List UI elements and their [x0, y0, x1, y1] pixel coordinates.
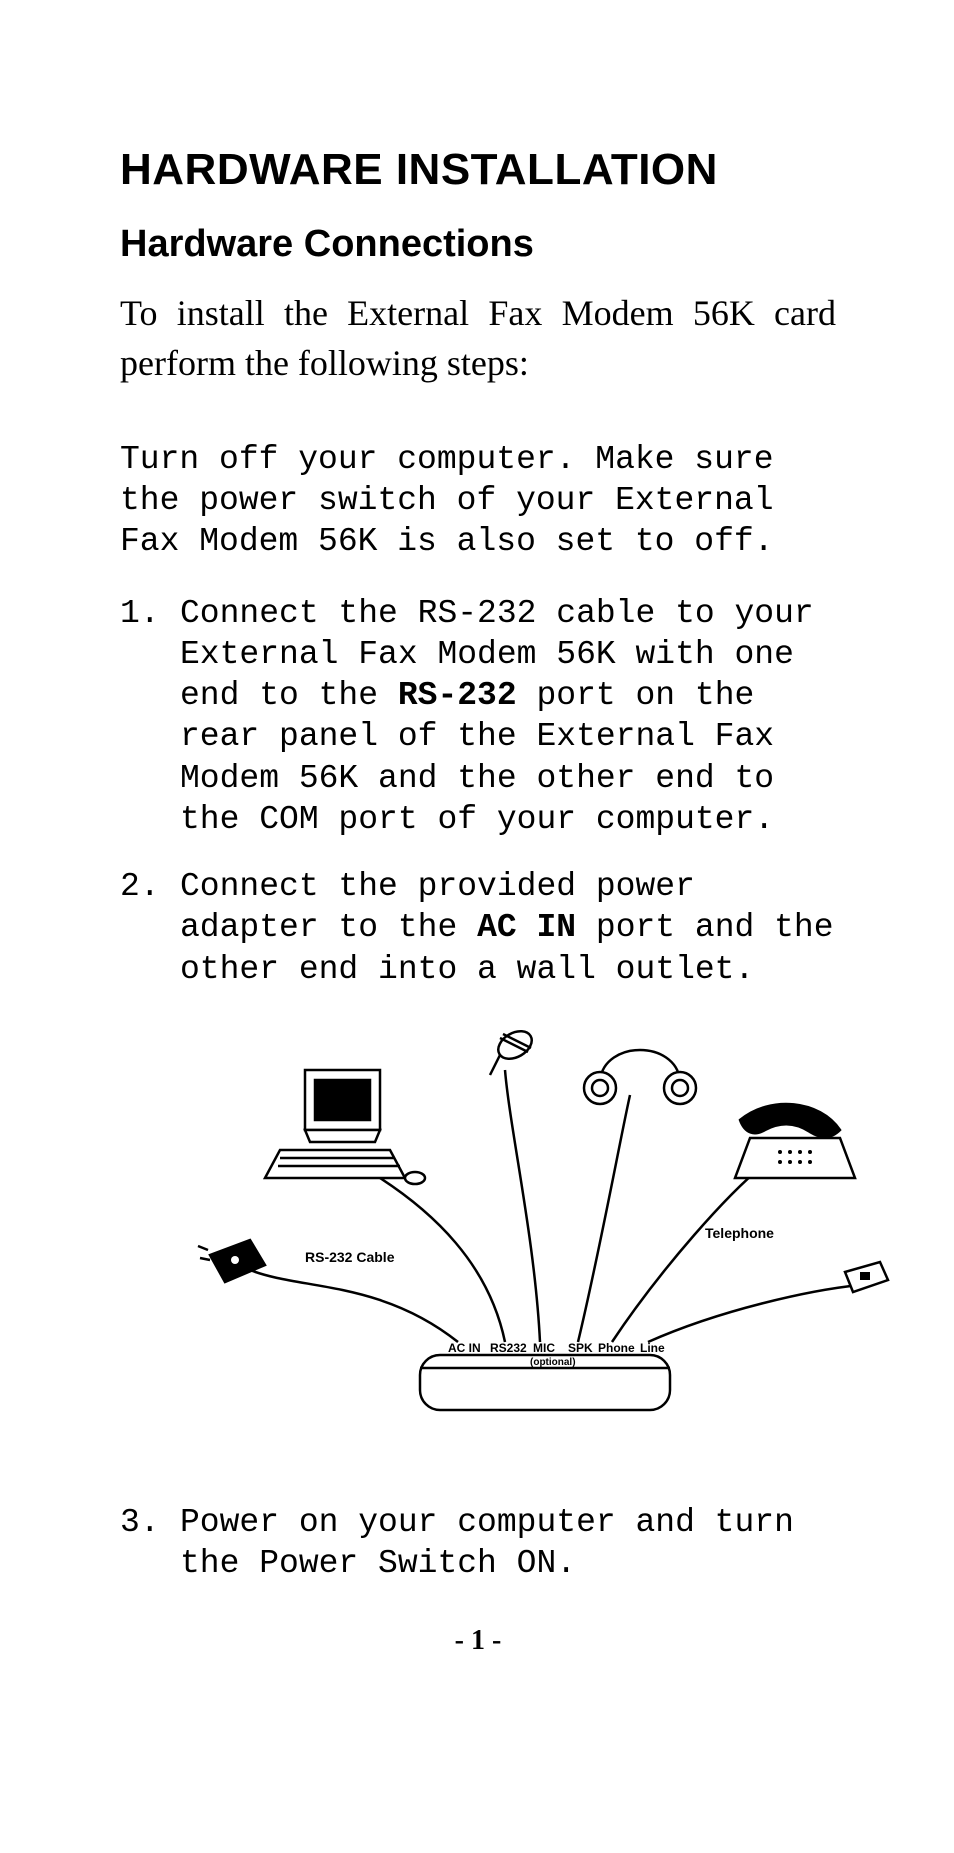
microphone-icon — [490, 1025, 537, 1074]
instructions-block: Turn off your computer. Make sure the po… — [120, 439, 836, 1585]
step-3-text: Power on your computer and turn the Powe… — [180, 1504, 794, 1582]
telephone-icon — [735, 1104, 855, 1178]
power-plug-icon — [198, 1240, 265, 1282]
spk-label: SPK — [568, 1341, 593, 1355]
step-3: Power on your computer and turn the Powe… — [120, 1502, 836, 1585]
rs232-port-label: RS232 — [490, 1341, 527, 1355]
section-heading: Hardware Connections — [120, 223, 836, 266]
phone-port-label: Phone — [598, 1341, 635, 1355]
optional-label: (optional) — [530, 1357, 576, 1368]
telephone-label: Telephone — [705, 1225, 774, 1241]
steps-list: Connect the RS-232 cable to your Externa… — [120, 593, 836, 1585]
page-number: - 1 - — [120, 1625, 836, 1657]
step-2: Connect the provided power adapter to th… — [120, 866, 836, 1452]
mic-label: MIC — [533, 1341, 555, 1355]
document-page: HARDWARE INSTALLATION Hardware Connectio… — [0, 0, 954, 1737]
step-2-text: Connect the provided power adapter to th… — [180, 868, 834, 988]
headphones-icon — [584, 1050, 696, 1104]
computer-icon — [265, 1070, 425, 1184]
pre-step-text: Turn off your computer. Make sure the po… — [120, 439, 836, 563]
acin-label: AC IN — [448, 1341, 481, 1355]
step-1: Connect the RS-232 cable to your Externa… — [120, 593, 836, 841]
page-title: HARDWARE INSTALLATION — [120, 145, 836, 195]
connection-diagram: AC IN RS232 MIC SPK Phone Line (optional… — [180, 1010, 836, 1452]
modem-diagram-icon: AC IN RS232 MIC SPK Phone Line (optional… — [180, 1010, 890, 1440]
wall-jack-icon — [845, 1262, 888, 1292]
rs232-cable-label: RS-232 Cable — [305, 1249, 395, 1265]
intro-paragraph: To install the External Fax Modem 56K ca… — [120, 288, 836, 389]
step-1-text: Connect the RS-232 cable to your Externa… — [180, 595, 814, 838]
line-label: Line — [640, 1341, 665, 1355]
